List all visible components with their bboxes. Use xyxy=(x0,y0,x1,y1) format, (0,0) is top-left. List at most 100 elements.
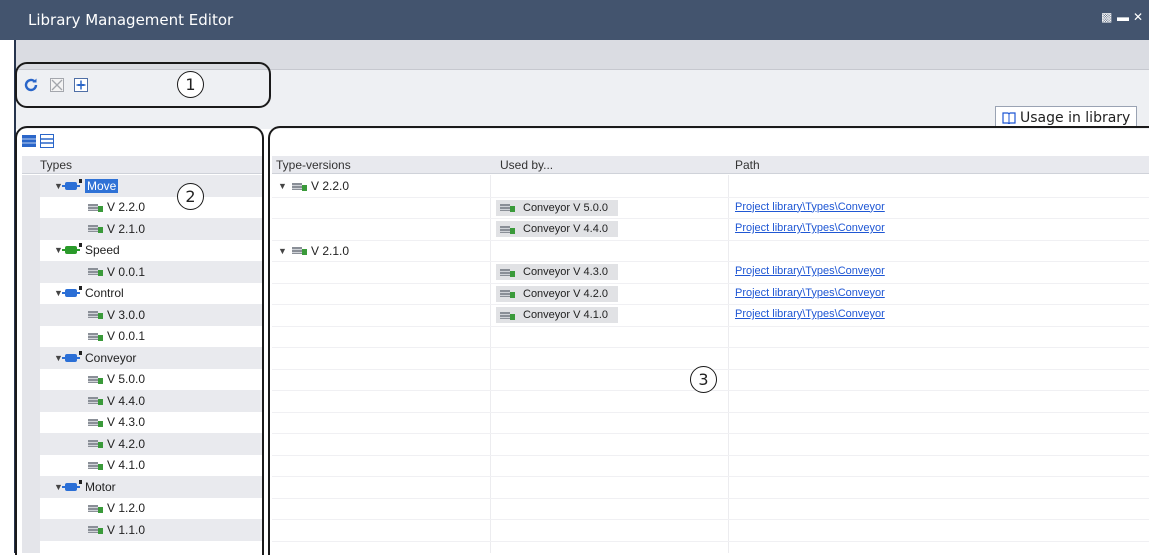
expand-caret-icon[interactable]: ▼ xyxy=(54,353,63,363)
grid-line xyxy=(272,476,1149,477)
tree-node-label: V 4.3.0 xyxy=(107,415,146,430)
list-view-icon[interactable] xyxy=(22,134,36,148)
window-title: Library Management Editor xyxy=(28,11,234,29)
tree-type-node[interactable]: ▼ Motor xyxy=(40,476,262,498)
path-link[interactable]: Project library\Types\Conveyor xyxy=(735,201,885,213)
version-icon xyxy=(88,332,103,341)
tree-version-node[interactable]: V 4.4.0 xyxy=(40,390,262,412)
version-icon xyxy=(500,225,515,234)
version-icon xyxy=(88,461,103,470)
table-row[interactable]: Conveyor V 4.2.0 Project library\Types\Co… xyxy=(272,283,1149,305)
close-icon[interactable]: ✕ xyxy=(1133,11,1145,23)
tree-version-node[interactable]: V 1.1.0 xyxy=(40,519,262,541)
callout-number-3: 3 xyxy=(690,366,717,393)
path-link[interactable]: Project library\Types\Conveyor xyxy=(735,287,885,299)
version-icon xyxy=(292,182,307,191)
detail-view-icon[interactable] xyxy=(40,134,54,148)
version-icon xyxy=(500,289,515,298)
used-by-cell: Conveyor V 5.0.0 xyxy=(496,199,618,216)
tree-version-node[interactable]: V 4.2.0 xyxy=(40,433,262,455)
version-icon xyxy=(88,525,103,535)
book-icon xyxy=(1002,111,1016,124)
tree-type-node[interactable]: ▼ Move xyxy=(40,175,262,197)
tree-type-node[interactable]: ▼ Speed xyxy=(40,240,262,262)
expand-caret-icon[interactable]: ▼ xyxy=(278,246,287,256)
header-path[interactable]: Path xyxy=(735,158,760,172)
table-row[interactable]: Conveyor V 4.3.0 Project library\Types\Co… xyxy=(272,261,1149,283)
tree-node-label: V 0.0.1 xyxy=(107,264,146,279)
table-row[interactable]: Conveyor V 4.1.0 Project library\Types\Co… xyxy=(272,304,1149,326)
grid-line xyxy=(272,347,1149,348)
add-button[interactable] xyxy=(72,76,90,94)
maximize-icon[interactable]: ▬ xyxy=(1117,11,1129,23)
tree-version-node[interactable]: V 1.2.0 xyxy=(40,498,262,520)
grid-line xyxy=(272,325,1149,327)
title-bar: Library Management Editor ▩ ▬ ✕ xyxy=(0,0,1149,40)
grid-line xyxy=(272,540,1149,542)
expand-caret-icon[interactable]: ▼ xyxy=(54,245,63,255)
tree-node-label: V 2.1.0 xyxy=(107,221,146,236)
version-icon xyxy=(500,203,515,212)
version-icon xyxy=(88,504,103,513)
path-link[interactable]: Project library\Types\Conveyor xyxy=(735,222,885,234)
header-type-versions[interactable]: Type-versions xyxy=(276,158,351,172)
tree-node-label: V 2.2.0 xyxy=(107,200,146,215)
type-icon xyxy=(62,479,82,492)
tree-version-node[interactable]: V 0.0.1 xyxy=(40,326,262,348)
delete-icon xyxy=(50,78,64,92)
tree-version-node[interactable]: V 4.3.0 xyxy=(40,412,262,434)
types-panel-toolbar xyxy=(22,134,54,148)
tree-node-label: V 1.2.0 xyxy=(107,501,146,516)
callout-number-1: 1 xyxy=(177,71,204,98)
version-icon xyxy=(88,203,103,212)
expand-caret-icon[interactable]: ▼ xyxy=(54,288,63,298)
used-by-cell: Conveyor V 4.3.0 xyxy=(496,264,618,280)
version-icon xyxy=(88,267,103,277)
types-tree: ▼ Move V 2.2.0 V 2.1.0 ▼ Speed V 0.0.1 ▼ Control… xyxy=(40,175,262,541)
grid-line xyxy=(272,411,1149,413)
type-version-cell: ▼ V 2.1.0 xyxy=(278,244,349,258)
tree-version-node[interactable]: V 0.0.1 xyxy=(40,261,262,283)
tree-node-label: V 0.0.1 xyxy=(107,329,146,344)
tree-node-label: Control xyxy=(85,286,124,301)
type-version-label: V 2.2.0 xyxy=(311,179,350,193)
types-header-label: Types xyxy=(40,157,73,172)
table-row[interactable]: Conveyor V 5.0.0 Project library\Types\Co… xyxy=(272,197,1149,219)
tree-version-node[interactable]: V 2.2.0 xyxy=(40,197,262,219)
usage-in-library-tab[interactable]: Usage in library xyxy=(995,106,1138,128)
used-by-cell: Conveyor V 4.1.0 xyxy=(496,307,618,323)
tree-type-node[interactable]: ▼ Control xyxy=(40,283,262,305)
version-icon xyxy=(500,311,515,320)
path-link[interactable]: Project library\Types\Conveyor xyxy=(735,308,885,320)
tree-version-node[interactable]: V 2.1.0 xyxy=(40,218,262,240)
tree-node-label: V 4.1.0 xyxy=(107,458,146,473)
grid-line xyxy=(272,433,1149,434)
grid-line xyxy=(272,497,1149,499)
types-column-header[interactable]: Types xyxy=(22,156,262,174)
add-icon xyxy=(74,78,88,92)
float-icon[interactable]: ▩ xyxy=(1101,11,1113,23)
tree-row-gutter xyxy=(22,175,40,553)
grid-line xyxy=(272,454,1149,456)
table-row[interactable]: ▼ V 2.2.0 xyxy=(272,175,1149,197)
header-used-by[interactable]: Used by... xyxy=(500,158,553,172)
table-row[interactable]: ▼ V 2.1.0 xyxy=(272,240,1149,262)
tree-version-node[interactable]: V 3.0.0 xyxy=(40,304,262,326)
tree-type-node[interactable]: ▼ Conveyor xyxy=(40,347,262,369)
path-link[interactable]: Project library\Types\Conveyor xyxy=(735,265,885,277)
table-row[interactable]: Conveyor V 4.4.0 Project library\Types\Co… xyxy=(272,218,1149,240)
refresh-button[interactable] xyxy=(22,76,40,94)
tree-version-node[interactable]: V 5.0.0 xyxy=(40,369,262,391)
tree-node-label: V 5.0.0 xyxy=(107,372,146,387)
expand-caret-icon[interactable]: ▼ xyxy=(54,482,63,492)
tree-version-node[interactable]: V 4.1.0 xyxy=(40,455,262,477)
version-icon xyxy=(88,224,103,234)
usage-tab-label: Usage in library xyxy=(1020,109,1131,126)
tree-node-label: V 4.2.0 xyxy=(107,436,146,451)
used-by-cell: Conveyor V 4.2.0 xyxy=(496,285,618,302)
delete-button[interactable] xyxy=(48,76,66,94)
type-icon xyxy=(62,350,82,363)
expand-caret-icon[interactable]: ▼ xyxy=(278,181,287,191)
expand-caret-icon[interactable]: ▼ xyxy=(54,181,63,191)
grid-line xyxy=(272,519,1149,520)
